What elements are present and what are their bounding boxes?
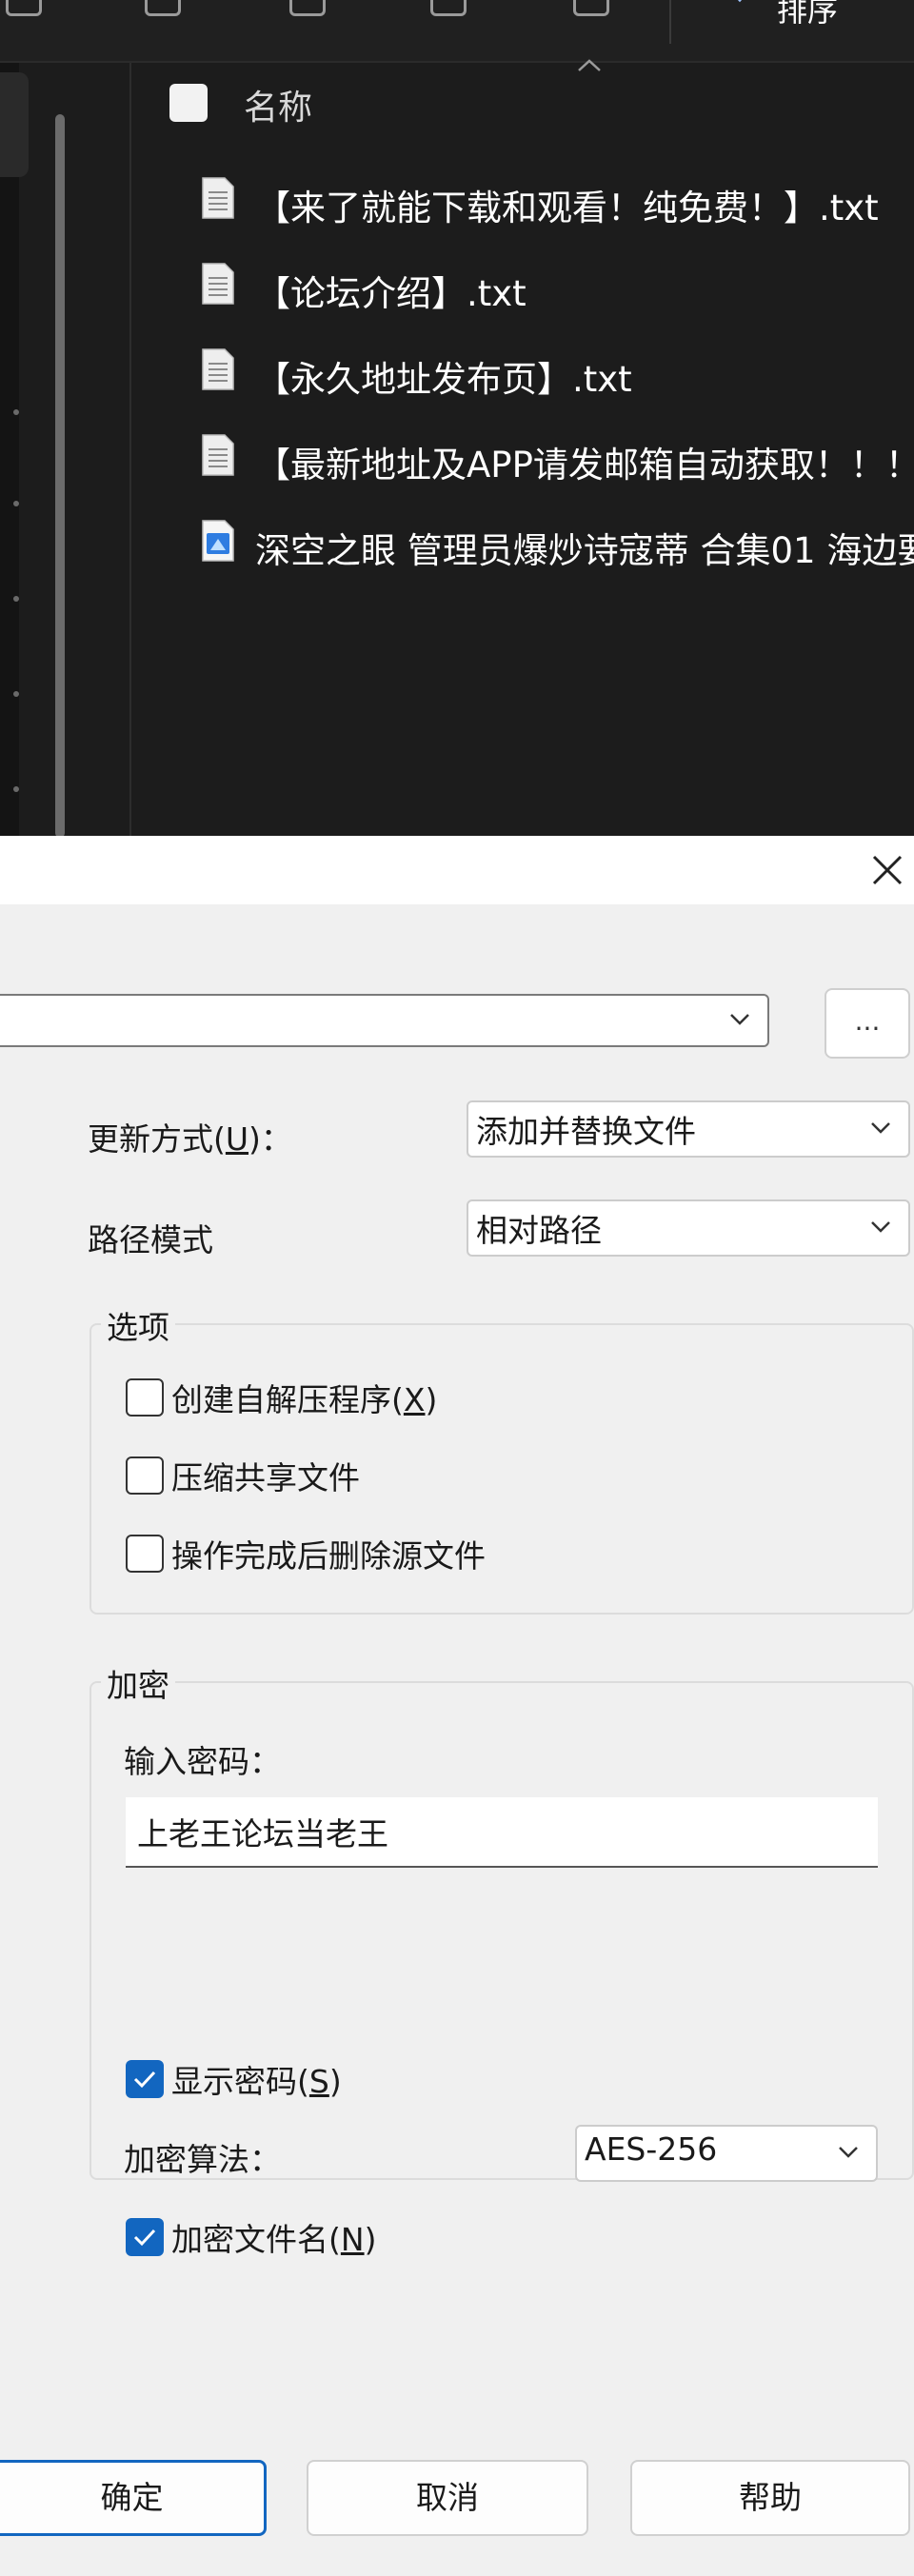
share-icon[interactable] [0, 0, 42, 21]
delete-source-label: 操作完成后删除源文件 [171, 1537, 486, 1575]
encrypt-filenames-label: 加密文件名(N) [171, 2221, 377, 2258]
path-mode-value: 相对路径 [476, 1212, 602, 1249]
options-group-title: 选项 [101, 1302, 175, 1348]
path-mode-select[interactable]: 相对路径 [467, 1199, 910, 1257]
file-explorer-window: 排序 名称 【来了就能下载和观看！纯免费！】.txt 【论坛介绍】.txt 【永… [0, 0, 914, 836]
help-button[interactable]: 帮助 [630, 2460, 910, 2536]
rename-icon[interactable] [425, 0, 467, 21]
file-row[interactable]: 【最新地址及APP请发邮箱自动获取！！！ [190, 421, 914, 497]
nav-dot [13, 596, 19, 602]
file-name: 【永久地址发布页】.txt [255, 359, 632, 400]
name-column-header[interactable]: 名称 [244, 80, 312, 129]
show-password-checkbox[interactable] [126, 2060, 164, 2098]
compress-shared-checkbox[interactable] [126, 1456, 164, 1495]
navigation-pane[interactable] [0, 63, 19, 836]
chevron-down-icon [839, 2147, 858, 2158]
password-input[interactable] [126, 1797, 878, 1868]
chevron-down-icon [871, 1221, 890, 1233]
nav-dot [13, 691, 19, 697]
file-row[interactable]: 深空之眼 管理员爆炒诗寇蒂 合集01 海边要 [190, 506, 914, 583]
ok-button[interactable]: 确定 [0, 2460, 267, 2536]
delete-icon[interactable] [567, 0, 609, 21]
algorithm-select[interactable]: AES-256 [575, 2125, 878, 2182]
cancel-button[interactable]: 取消 [307, 2460, 588, 2536]
dialog-title-bar [0, 836, 914, 904]
checkmark-icon [133, 2071, 156, 2089]
checkmark-icon [133, 2229, 156, 2247]
explorer-toolbar: 排序 [0, 0, 914, 63]
sort-ascending-chevron-icon [578, 59, 601, 71]
file-name: 【来了就能下载和观看！纯免费！】.txt [255, 188, 879, 228]
copy-icon[interactable] [139, 0, 181, 21]
compress-shared-label: 压缩共享文件 [171, 1459, 360, 1496]
file-name: 【最新地址及APP请发邮箱自动获取！！！ [255, 445, 914, 485]
file-row[interactable]: 【论坛介绍】.txt [190, 249, 914, 326]
compress-options-dialog: ... 更新方式(U)： 添加并替换文件 路径模式 相对路径 选项 创建自解压程… [0, 836, 914, 2576]
text-file-icon [202, 177, 234, 219]
password-label: 输入密码： [124, 1743, 281, 1780]
update-mode-select[interactable]: 添加并替换文件 [467, 1100, 910, 1158]
delete-source-checkbox[interactable] [126, 1535, 164, 1573]
nav-dot [13, 409, 19, 415]
text-file-icon [202, 434, 234, 476]
file-name: 【论坛介绍】.txt [255, 273, 527, 314]
chevron-down-icon [871, 1122, 890, 1134]
nav-selected-item[interactable] [0, 72, 29, 177]
create-sfx-label: 创建自解压程序(X) [171, 1381, 438, 1418]
show-password-label: 显示密码(S) [171, 2063, 342, 2100]
create-sfx-checkbox[interactable] [126, 1378, 164, 1417]
paste-icon[interactable] [284, 0, 326, 21]
text-file-icon [202, 263, 234, 305]
sort-arrows-icon [737, 0, 743, 3]
toolbar-separator [669, 0, 671, 44]
browse-button[interactable]: ... [825, 988, 910, 1059]
algorithm-value: AES-256 [585, 2130, 718, 2168]
pane-divider[interactable] [129, 63, 131, 836]
file-name: 深空之眼 管理员爆炒诗寇蒂 合集01 海边要 [255, 530, 914, 571]
file-row[interactable]: 【永久地址发布页】.txt [190, 335, 914, 411]
file-row[interactable]: 【来了就能下载和观看！纯免费！】.txt [190, 164, 914, 240]
archive-path-combobox[interactable] [0, 994, 769, 1047]
video-file-icon [202, 520, 234, 562]
sort-label: 排序 [777, 0, 839, 29]
nav-scrollbar-thumb[interactable] [55, 114, 65, 836]
close-icon[interactable] [864, 845, 910, 891]
nav-dot [13, 786, 19, 792]
path-mode-label: 路径模式 [88, 1221, 213, 1258]
nav-dot [13, 501, 19, 506]
chevron-down-icon [730, 1014, 749, 1025]
select-all-checkbox[interactable] [169, 84, 208, 122]
encrypt-filenames-checkbox[interactable] [126, 2218, 164, 2256]
encryption-group-title: 加密 [101, 1660, 175, 1706]
text-file-icon [202, 348, 234, 390]
update-mode-label: 更新方式(U)： [88, 1120, 292, 1158]
algorithm-label: 加密算法： [124, 2141, 281, 2178]
update-mode-value: 添加并替换文件 [476, 1113, 696, 1150]
